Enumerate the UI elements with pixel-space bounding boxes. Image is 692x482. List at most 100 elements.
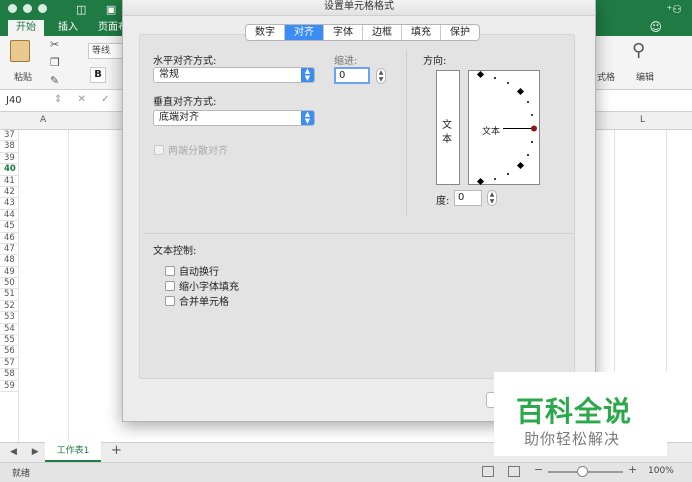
shrink-to-fit-label: 缩小字体填充 (179, 282, 239, 293)
column-header-l[interactable]: L (640, 115, 645, 125)
degree-input[interactable]: 0 (454, 190, 482, 206)
formula-cancel-confirm-icons[interactable]: ⇕ ✕ ✓ (54, 94, 116, 105)
watermark: 百科全说 助你轻松解决 (494, 372, 667, 456)
row-header[interactable]: 44 (0, 210, 18, 222)
row-header[interactable]: 53 (0, 312, 18, 324)
watermark-title: 百科全说 (516, 395, 633, 428)
dialog-tab[interactable]: 数字 (246, 25, 285, 40)
dialog-tab[interactable]: 对齐 (285, 25, 324, 40)
row-header[interactable]: 47 (0, 244, 18, 256)
row-header[interactable]: 49 (0, 267, 18, 279)
checkbox-box[interactable] (165, 280, 175, 291)
paste-label: 粘贴 (14, 73, 33, 83)
font-name-box[interactable]: 等线 Re (88, 43, 124, 59)
checkbox-box (154, 144, 164, 155)
merge-cells-checkbox[interactable]: 合并单元格 (165, 293, 229, 308)
row-header[interactable]: 39 (0, 153, 18, 165)
wrap-text-checkbox[interactable]: 自动换行 (165, 263, 219, 278)
merge-cells-label: 合并单元格 (179, 297, 229, 308)
bold-button[interactable]: B (90, 67, 106, 83)
select-arrows-icon: ▲ ▼ (301, 68, 314, 82)
grid-line (68, 130, 69, 442)
row-header[interactable]: 57 (0, 358, 18, 370)
row-header[interactable]: 51 (0, 289, 18, 301)
degree-stepper[interactable]: ▲ ▼ (487, 190, 497, 206)
indent-input[interactable]: 0 (334, 67, 370, 84)
format-label: 式格 (597, 73, 616, 83)
status-text: 就绪 (12, 469, 31, 479)
sheet-nav-arrows[interactable]: ◀ ▶ (10, 447, 45, 457)
dialog-tab[interactable]: 字体 (324, 25, 363, 40)
row-header[interactable]: 37 (0, 130, 18, 142)
zoom-in-button[interactable]: + (628, 463, 637, 476)
orientation-label: 方向: (423, 56, 447, 67)
watermark-subtitle: 助你轻松解决 (524, 430, 621, 448)
row-header[interactable]: 40 (0, 164, 18, 176)
vertical-align-label: 垂直对齐方式: (153, 97, 217, 108)
dialog-tab-bar: 数字 对齐 字体 边框 填充 保护 (245, 24, 480, 41)
row-header[interactable]: 38 (0, 141, 18, 153)
row-header[interactable]: 45 (0, 221, 18, 233)
dialog-tab[interactable]: 保护 (441, 25, 479, 40)
row-header[interactable]: 52 (0, 301, 18, 313)
row-header[interactable]: 42 (0, 187, 18, 199)
vertical-text-button[interactable]: 文 本 (436, 70, 460, 185)
shrink-to-fit-checkbox[interactable]: 缩小字体填充 (165, 278, 239, 293)
distributed-checkbox: 两端分散对齐 (154, 142, 228, 157)
row-header[interactable]: 46 (0, 233, 18, 244)
view-switcher[interactable] (478, 464, 520, 480)
close-window-icon[interactable] (8, 4, 17, 13)
dialog-tab[interactable]: 边框 (363, 25, 402, 40)
row-header[interactable]: 48 (0, 255, 18, 267)
row-header[interactable]: 56 (0, 346, 18, 358)
search-icon[interactable]: ⚲ (632, 40, 645, 61)
tab-insert[interactable]: 插入 (58, 20, 78, 36)
edit-label: 编辑 (636, 73, 655, 83)
wrap-text-label: 自动换行 (179, 267, 219, 278)
vertical-text-char: 文 (442, 120, 452, 131)
normal-view-icon[interactable] (482, 466, 494, 477)
tab-start[interactable]: 开始 (8, 20, 44, 36)
row-header[interactable]: 58 (0, 369, 18, 381)
row-headers: 37 38 39 40 41 42 43 44 45 46 47 48 49 50 51 52 53 54 55 56… (0, 130, 18, 392)
format-painter-icon[interactable]: ✎ (50, 74, 59, 87)
section-divider (145, 233, 573, 234)
row-header[interactable]: 50 (0, 278, 18, 290)
vertical-align-select[interactable]: 底端对齐 ▲ ▼ (153, 110, 315, 126)
dialog-title: 设置单元格格式 (123, 0, 595, 16)
degree-label: 度: (436, 196, 450, 207)
page-layout-view-icon[interactable] (508, 466, 520, 477)
cut-icon[interactable]: ✂ (50, 38, 59, 51)
share-icon[interactable]: ⁺⚇ (666, 3, 682, 16)
sheet-tab[interactable]: 工作表1 (45, 442, 101, 462)
copy-icon[interactable]: ❐ (50, 56, 60, 69)
row-header[interactable]: 54 (0, 324, 18, 336)
quick-access-icons[interactable]: ◫ ▣ (76, 3, 124, 16)
row-header[interactable]: 43 (0, 198, 18, 210)
zoom-out-button[interactable]: − (534, 463, 543, 476)
vertical-text-char: 本 (442, 134, 452, 145)
select-arrows-icon: ▲ ▼ (301, 111, 314, 125)
section-divider (406, 50, 407, 215)
add-sheet-button[interactable]: + (111, 443, 122, 458)
name-box[interactable]: J40 (6, 95, 22, 106)
row-header[interactable]: 59 (0, 381, 18, 392)
checkbox-box[interactable] (165, 265, 175, 276)
paste-icon[interactable] (10, 40, 30, 62)
row-header[interactable]: 55 (0, 335, 18, 347)
grid-line (18, 130, 19, 442)
row-header[interactable]: 41 (0, 176, 18, 187)
dialog-tab[interactable]: 填充 (402, 25, 441, 40)
zoom-percent: 100% (648, 466, 674, 476)
zoom-slider-thumb[interactable] (576, 466, 588, 477)
feedback-smiley-icon[interactable]: ☺ (649, 20, 662, 34)
orientation-dial[interactable]: 文本 (468, 70, 540, 186)
indent-stepper[interactable]: ▲ ▼ (376, 68, 386, 84)
zoom-window-icon[interactable] (38, 4, 47, 13)
checkbox-box[interactable] (165, 295, 175, 306)
minimize-window-icon[interactable] (23, 4, 32, 13)
window-controls (8, 4, 47, 13)
column-header-a[interactable]: A (40, 115, 46, 125)
horizontal-align-value: 常规 (159, 69, 179, 80)
horizontal-align-select[interactable]: 常规 ▲ ▼ (153, 67, 315, 83)
